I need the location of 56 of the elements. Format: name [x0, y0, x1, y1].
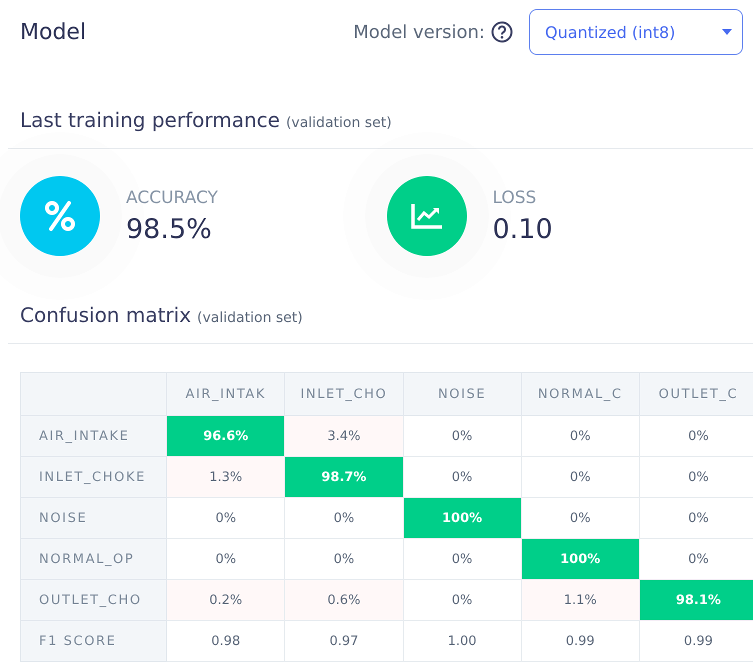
row-header: INLET_CHOKE: [20, 456, 167, 498]
row-header: AIR_INTAKE: [20, 416, 167, 456]
caret-icon: [722, 29, 732, 35]
matrix-cell: 3.4%: [284, 416, 403, 456]
line-chart-icon: [410, 203, 442, 229]
matrix-cell: 0.2%: [166, 580, 285, 620]
matrix-cell: 0%: [403, 456, 522, 498]
column-header: AIR_INTAK: [166, 372, 285, 416]
matrix-cell: 0%: [639, 416, 753, 456]
row-header: NOISE: [20, 498, 167, 538]
matrix-cell: 0.99: [521, 620, 640, 662]
percent-icon: [43, 199, 77, 233]
column-header: OUTLET_C: [639, 372, 753, 416]
matrix-cell: 1.00: [403, 620, 522, 662]
matrix-cell: 0%: [521, 456, 640, 498]
matrix-cell: 0%: [403, 580, 522, 620]
row-header: F1 SCORE: [20, 620, 167, 662]
column-header: INLET_CHO: [284, 372, 403, 416]
page-title: Model: [20, 20, 88, 44]
column-header: NOISE: [403, 372, 522, 416]
matrix-cell: 0.97: [284, 620, 403, 662]
matrix-cell: 98.7%: [284, 456, 403, 498]
matrix-cell: 0%: [166, 498, 285, 538]
section-title: Last training performance: [20, 108, 280, 132]
matrix-cell: 0%: [284, 498, 403, 538]
matrix-cell: 1.1%: [521, 580, 640, 620]
matrix-cell: 0%: [639, 456, 753, 498]
row-header: OUTLET_CHO: [20, 580, 167, 620]
section-title: Confusion matrix: [20, 303, 192, 327]
metric-label: ACCURACY: [126, 188, 218, 208]
column-header: NORMAL_C: [521, 372, 640, 416]
version-label: Model version:: [353, 22, 485, 42]
matrix-cell: 98.1%: [639, 580, 753, 620]
matrix-cell: 0%: [521, 416, 640, 456]
matrix-cell: 100%: [403, 498, 522, 538]
metric-label: LOSS: [492, 188, 538, 208]
matrix-cell: 1.3%: [166, 456, 285, 498]
version-dropdown[interactable]: Quantized (int8): [529, 9, 743, 55]
matrix-cell: 0%: [639, 498, 753, 538]
matrix-cell: 0.99: [639, 620, 753, 662]
matrix-cell: 96.6%: [166, 416, 285, 456]
matrix-cell: 0%: [403, 538, 522, 580]
section-note: (validation set): [286, 115, 392, 131]
row-header: NORMAL_OP: [20, 538, 167, 580]
matrix-cell: 0%: [284, 538, 403, 580]
section-note: (validation set): [197, 310, 303, 326]
matrix-cell: 0%: [166, 538, 285, 580]
matrix-cell: 0%: [403, 416, 522, 456]
matrix-cell: 0.6%: [284, 580, 403, 620]
help-icon[interactable]: [491, 21, 513, 43]
matrix-cell: 0%: [639, 538, 753, 580]
matrix-cell: 100%: [521, 538, 640, 580]
matrix-cell: 0.98: [166, 620, 285, 662]
metric-value: 98.5%: [126, 214, 213, 244]
matrix-cell: 0%: [521, 498, 640, 538]
metric-value: 0.10: [492, 214, 553, 244]
